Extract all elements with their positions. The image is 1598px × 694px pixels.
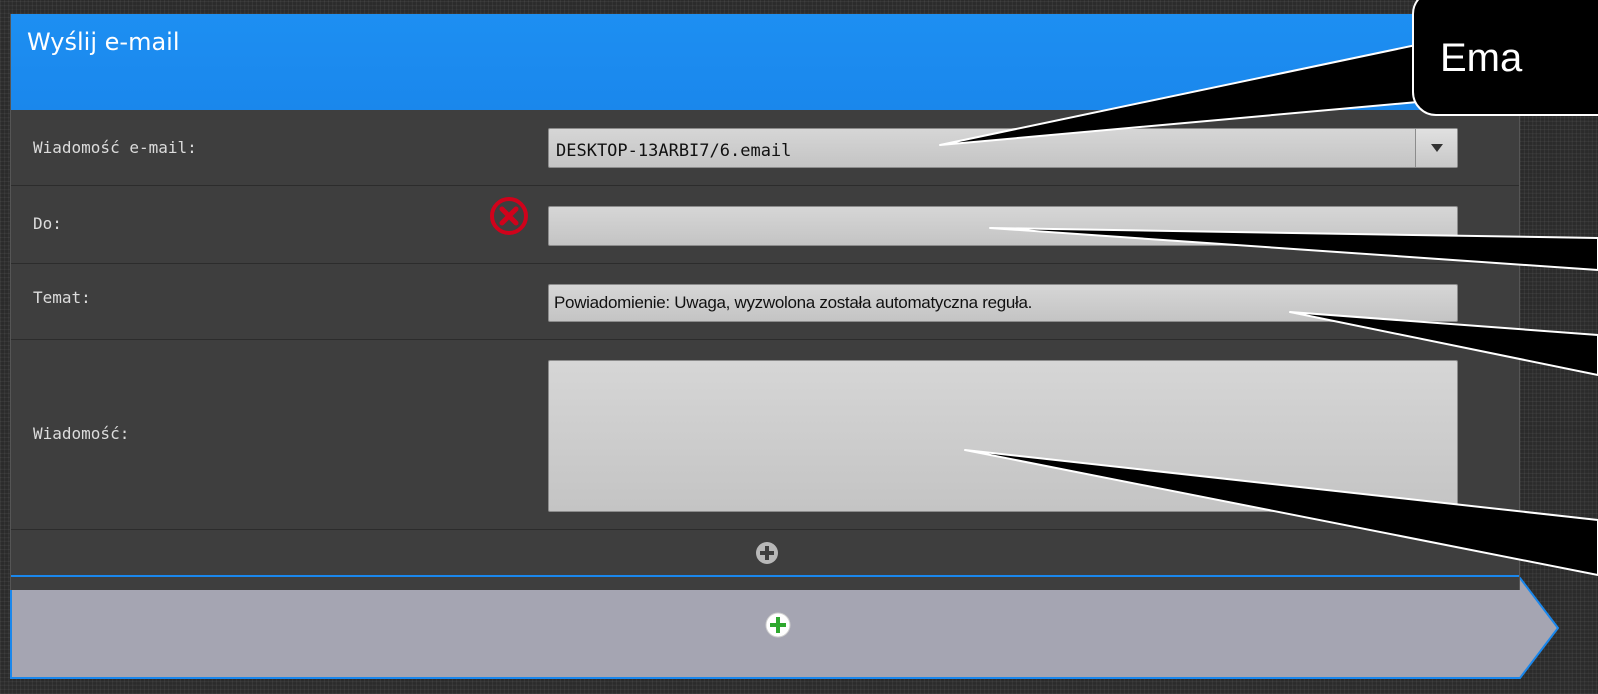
callout-pointers <box>939 39 1598 576</box>
tooltip-bubble: Ema <box>1412 0 1598 116</box>
tooltip-text: Ema <box>1440 36 1523 80</box>
